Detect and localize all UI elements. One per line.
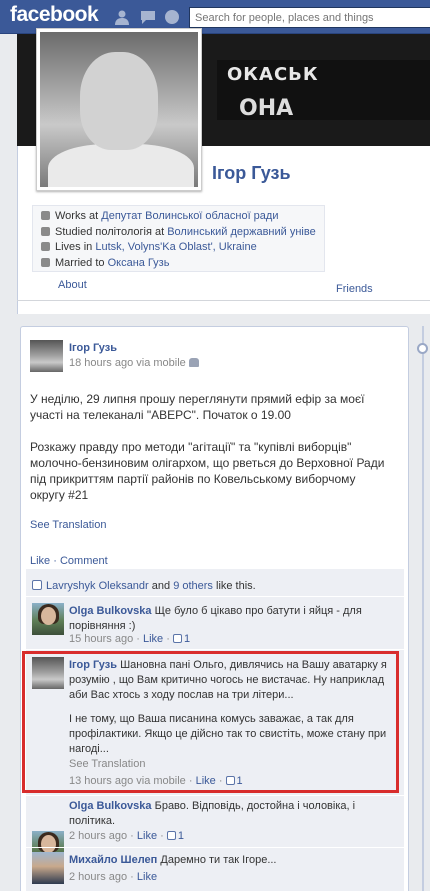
divider: [26, 847, 404, 848]
comment-text: Даремно ти так Ігоре...: [157, 854, 277, 866]
separator-dot: ·: [163, 633, 173, 645]
spouse-link[interactable]: Оксана Гузь: [108, 257, 170, 269]
tab-friends[interactable]: Friends: [336, 283, 373, 295]
comment-like-count[interactable]: 1: [184, 633, 190, 645]
info-label: Lives in: [55, 241, 96, 253]
commenter-avatar[interactable]: [32, 657, 64, 689]
post-author-avatar[interactable]: [30, 340, 63, 372]
commenter-avatar[interactable]: [32, 852, 64, 884]
thumbs-up-icon: [166, 831, 176, 840]
separator-dot: ·: [127, 871, 137, 883]
timeline-line: [422, 326, 424, 891]
messages-icon[interactable]: [140, 9, 156, 25]
separator-dot: ·: [127, 830, 137, 842]
comment-body: Olga Bulkovska Браво. Відповідь, достойн…: [69, 799, 389, 829]
comment-text-continued: І не тому, що Ваша писанина комусь заваж…: [69, 713, 387, 755]
profile-picture[interactable]: [36, 28, 202, 191]
info-row-work: Works at Депутат Волинської обласної рад…: [41, 209, 316, 225]
comment-button[interactable]: Comment: [60, 555, 108, 567]
divider: [17, 300, 430, 301]
info-label: Works at: [55, 210, 102, 222]
comment-meta: 15 hours ago · Like · 1: [69, 633, 190, 645]
commenter-name[interactable]: Olga Bulkovska: [69, 800, 152, 812]
graduation-cap-icon: [41, 226, 50, 236]
likes-text: and: [148, 580, 174, 592]
info-row-location: Lives in Lutsk, Volyns'Ka Oblast', Ukrai…: [41, 240, 316, 256]
comment-like-count[interactable]: 1: [178, 830, 184, 842]
divider: [26, 649, 404, 650]
post-paragraph: У неділю, 29 липня прошу переглянути пря…: [30, 392, 365, 422]
school-link[interactable]: Волинський державний універ...: [167, 226, 316, 238]
likes-summary: Lavryshyk Oleksandr and 9 others like th…: [32, 580, 256, 592]
cover-banner-text-2: ОНА: [239, 96, 294, 121]
commenter-name[interactable]: Ігор Гузь: [69, 659, 117, 671]
comment-like-button[interactable]: Like: [143, 633, 163, 645]
comment-like-count[interactable]: 1: [237, 775, 243, 787]
location-link[interactable]: Lutsk, Volyns'Ka Oblast', Ukraine: [95, 241, 256, 253]
cover-banner-image: ОКАСЬК ОНА: [217, 60, 430, 121]
see-translation-link[interactable]: See Translation: [30, 519, 106, 531]
notifications-icon[interactable]: [164, 9, 180, 25]
info-row-relationship: Married to Оксана Гузь: [41, 256, 316, 272]
comment-meta: 2 hours ago · Like · 1: [69, 830, 184, 842]
info-label: Studied політологія at: [55, 225, 168, 238]
thumbs-up-icon: [172, 634, 182, 643]
facebook-logo[interactable]: facebook: [10, 3, 99, 27]
post-actions: Like · Comment: [30, 555, 108, 567]
liker-link[interactable]: Lavryshyk Oleksandr: [46, 580, 149, 592]
separator-dot: ·: [215, 775, 226, 787]
post-body: У неділю, 29 липня прошу переглянути пря…: [30, 391, 390, 519]
comment-like-button[interactable]: Like: [137, 871, 157, 883]
post-timestamp[interactable]: 18 hours ago via mobile: [69, 357, 186, 369]
friend-requests-icon[interactable]: [114, 9, 130, 25]
comment-meta: 2 hours ago · Like: [69, 871, 157, 883]
house-icon: [41, 242, 50, 251]
comment-text: Шановна пані Ольго, дивлячись на Вашу ав…: [69, 659, 387, 701]
separator-dot: ·: [157, 830, 167, 842]
profile-name[interactable]: Ігор Гузь: [212, 163, 291, 184]
tab-about[interactable]: About: [58, 279, 87, 291]
comment-body: Olga Bulkovska Ще було б цікаво про бату…: [69, 604, 389, 634]
thumbs-up-icon: [32, 580, 42, 590]
commenter-avatar[interactable]: [32, 603, 64, 635]
separator-dot: ·: [133, 633, 143, 645]
cover-banner-text: ОКАСЬК: [227, 64, 319, 85]
comment-timestamp[interactable]: 13 hours ago via mobile: [69, 775, 186, 787]
other-likers-link[interactable]: 9 others: [173, 580, 213, 592]
separator-dot: ·: [50, 555, 60, 567]
comment-like-button[interactable]: Like: [137, 830, 157, 842]
audience-friends-icon[interactable]: [188, 358, 199, 367]
post-paragraph: Розкажу правду про методи "агітації" та …: [30, 440, 385, 502]
profile-info-box: Works at Депутат Волинської обласної рад…: [32, 205, 325, 272]
divider: [26, 795, 404, 796]
thumbs-up-icon: [225, 776, 235, 785]
comment-timestamp[interactable]: 2 hours ago: [69, 830, 127, 842]
comment-body: Михайло Шелеп Даремно ти так Ігоре...: [69, 853, 389, 868]
timeline-dot: [417, 343, 428, 354]
heart-icon: [41, 257, 50, 267]
comment-body: Ігор Гузь Шановна пані Ольго, дивлячись …: [69, 658, 391, 703]
post-meta: 18 hours ago via mobile: [69, 357, 199, 369]
commenter-name[interactable]: Olga Bulkovska: [69, 605, 152, 617]
comment-timestamp[interactable]: 15 hours ago: [69, 633, 133, 645]
likes-text: like this.: [212, 580, 256, 592]
see-translation-link[interactable]: See Translation: [69, 758, 145, 770]
divider: [26, 596, 404, 597]
comment-meta: 13 hours ago via mobile · Like · 1: [69, 775, 243, 787]
briefcase-icon: [41, 211, 50, 220]
search-input[interactable]: [189, 7, 430, 28]
info-label: Married to: [55, 256, 108, 269]
commenter-name[interactable]: Михайло Шелеп: [69, 854, 157, 866]
info-row-education: Studied політологія at Волинський держав…: [41, 225, 316, 241]
comment-like-button[interactable]: Like: [196, 775, 216, 787]
like-button[interactable]: Like: [30, 555, 50, 567]
separator-dot: ·: [185, 775, 196, 787]
workplace-link[interactable]: Депутат Волинської обласної ради: [101, 210, 278, 222]
comment-timestamp[interactable]: 2 hours ago: [69, 871, 127, 883]
post-author-name[interactable]: Ігор Гузь: [69, 342, 117, 354]
